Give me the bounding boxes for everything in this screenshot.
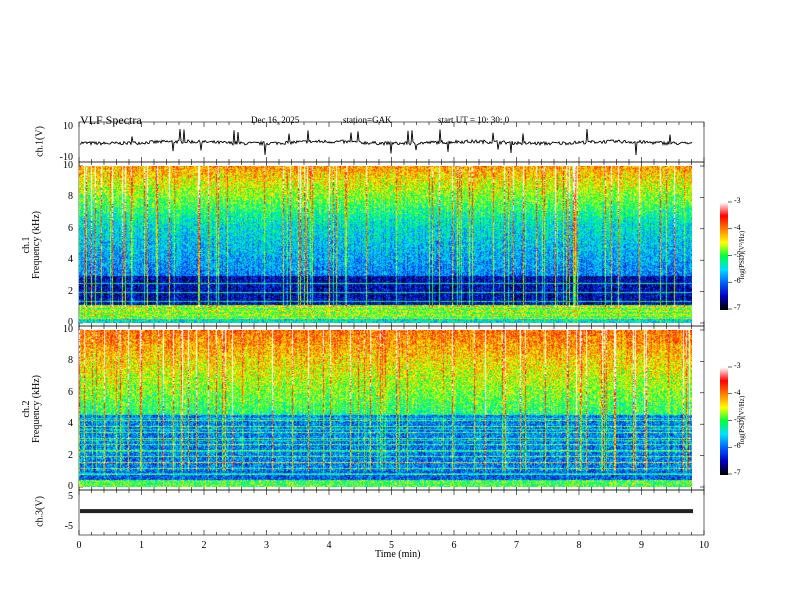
colorbar-tick-label: -5 [734,414,741,424]
x-tick-label: 10 [699,540,709,551]
ch1-colorbar [720,202,728,310]
start-time-label: start UT = 10: 30: 0 [438,115,510,125]
x-tick-label: 3 [264,540,269,551]
y-tick-label: 4 [68,254,73,266]
y-tick-label: 8 [68,191,73,203]
x-tick-label: 4 [326,540,332,551]
ch1-spectrogram-ylabel: ch.1 Frequency (kHz) [21,205,42,285]
ch2-spectrogram [79,330,692,487]
colorbar-tick-label: -6 [734,441,741,451]
colorbar-tick-label: -3 [734,361,741,370]
x-tick-label: 0 [76,540,82,551]
y-tick-label: 6 [68,386,73,398]
ch1-spectrogram [79,166,692,323]
frequency-label: Frequency (kHz) [31,210,42,280]
ch1-waveform-line [79,128,693,156]
y-tick-label: 10 [63,324,73,335]
x-tick-label: 8 [576,540,582,551]
x-tick-label: 2 [201,540,207,551]
vlf-spectra-figure: VLF Spectra Dec.16, 2025 station=GAK sta… [0,0,792,612]
y-tick-label: 8 [68,355,73,367]
ch2-spectrogram-ylabel: ch.2 Frequency (kHz) [21,369,42,449]
frequency-label: Frequency (kHz) [31,374,42,444]
x-tick-label: 6 [451,540,457,551]
colorbar-tick-label: -5 [734,249,741,259]
y-tick-label: 10 [63,160,73,171]
panel-frame [78,121,705,163]
y-tick-label: 2 [68,285,73,297]
x-tick-label: 7 [514,540,519,551]
date-label: Dec.16, 2025 [251,115,300,125]
ch3-waveform-line [80,509,693,514]
y-tick-label: 5 [68,491,73,502]
colorbar-tick-label: -7 [734,468,741,477]
ch2-colorbar [720,367,728,475]
y-tick-label: 6 [68,222,73,234]
station-label: station=GAK [343,115,392,125]
colorbar-tick-label: -7 [734,303,741,312]
ch3-waveform-ylabel: ch.3(V) [34,496,46,527]
x-tick-label: 9 [639,540,644,551]
colorbar-tick-label: -6 [734,276,741,286]
y-tick-label: -5 [64,521,73,532]
colorbar-tick-label: -4 [734,387,741,397]
y-tick-label: 4 [68,418,73,430]
colorbar-tick-label: -4 [734,222,741,232]
colorbar-tick-label: -3 [734,196,741,205]
x-tick-label: 5 [389,540,394,551]
x-tick-label: 1 [139,540,144,551]
y-tick-label: 0 [68,481,73,492]
y-tick-label: 2 [68,449,73,461]
figure-title: VLF Spectra [80,113,142,127]
ch1-waveform-ylabel: ch.1(V) [34,126,46,157]
y-tick-label: 10 [63,121,73,132]
